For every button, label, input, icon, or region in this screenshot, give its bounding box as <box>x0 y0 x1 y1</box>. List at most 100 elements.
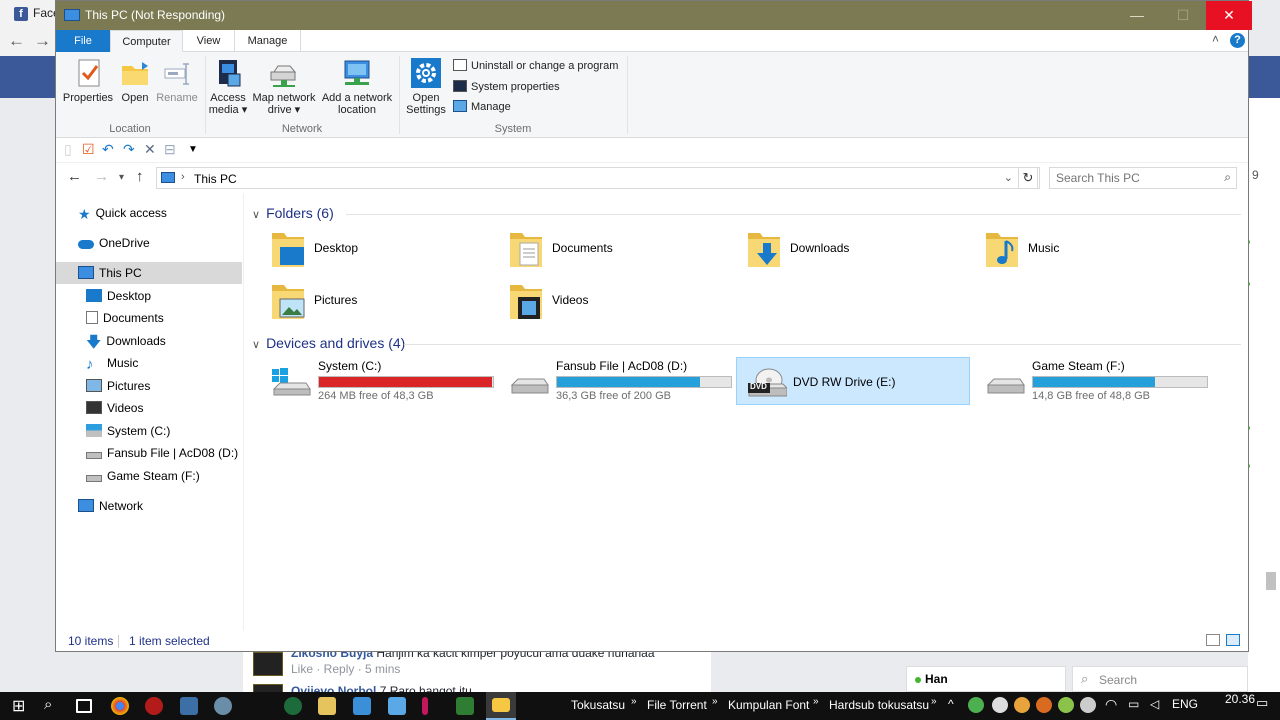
search-input[interactable] <box>1050 168 1210 188</box>
search-icon[interactable]: ⌕ <box>44 696 62 714</box>
properties-small-icon[interactable]: ☑ <box>82 141 95 158</box>
collapse-ribbon-icon[interactable]: ˄ <box>1212 32 1219 46</box>
recent-locations-icon[interactable]: ▾ <box>119 172 124 183</box>
rename-button[interactable]: Rename <box>154 58 200 104</box>
task-view-icon[interactable] <box>76 699 92 713</box>
nav-this-pc[interactable]: This PC <box>56 262 242 284</box>
app-icon[interactable] <box>318 697 336 715</box>
app-icon[interactable] <box>180 697 198 715</box>
rename-small-icon[interactable]: ⊟ <box>164 141 176 158</box>
redo-icon[interactable]: ↷ <box>123 141 135 158</box>
search-box[interactable]: ⌕ <box>1049 167 1237 189</box>
system-properties-button[interactable]: System properties <box>453 78 560 96</box>
manage-button[interactable]: Manage <box>453 98 511 116</box>
tray-icon[interactable] <box>1036 697 1052 713</box>
avatar[interactable] <box>253 652 283 676</box>
nav-music[interactable]: ♪ Music <box>86 352 138 374</box>
nav-quick-access[interactable]: ★ Quick access <box>78 202 167 224</box>
minimize-button[interactable]: — <box>1114 1 1160 30</box>
tab-view[interactable]: View <box>183 30 235 52</box>
nav-drive-d[interactable]: Fansub File | AcD08 (D:) <box>86 442 238 464</box>
open-settings-button[interactable]: Open Settings <box>404 58 448 116</box>
drive-e[interactable]: DVD DVD RW Drive (E:) <box>736 357 970 405</box>
tray-icon[interactable] <box>1080 697 1096 713</box>
breadcrumb-this-pc[interactable]: This PC <box>194 172 237 186</box>
customize-toolbar-icon[interactable]: ▼ <box>188 144 198 155</box>
folder-documents[interactable]: Documents <box>500 227 730 273</box>
language-indicator[interactable]: ENG <box>1172 697 1198 711</box>
toolbar-chevron[interactable]: » <box>712 696 718 707</box>
open-button[interactable]: Open <box>118 58 152 104</box>
utorrent-icon[interactable] <box>968 697 984 713</box>
browser-tab[interactable]: f Face <box>0 0 60 28</box>
nav-drive-f[interactable]: Game Steam (F:) <box>86 465 200 487</box>
up-arrow-icon[interactable]: ↑ <box>136 168 144 185</box>
chrome-icon[interactable] <box>111 697 129 715</box>
app-icon[interactable] <box>214 697 232 715</box>
toolbar-chevron[interactable]: » <box>813 696 819 707</box>
app-icon[interactable] <box>388 697 406 715</box>
back-arrow-icon[interactable]: ← <box>67 168 82 185</box>
notifications-icon[interactable]: ▭ <box>1256 695 1268 711</box>
breadcrumb-chevron-icon[interactable]: › <box>181 171 185 183</box>
windows-start-icon[interactable]: ⊞ <box>12 696 30 715</box>
nav-videos[interactable]: Videos <box>86 397 143 419</box>
wifi-icon[interactable]: ◠ <box>1105 696 1117 713</box>
nav-downloads[interactable]: 🡇 Downloads <box>86 330 166 352</box>
title-bar[interactable]: This PC (Not Responding) — ☐ ✕ <box>56 1 1252 30</box>
battery-icon[interactable]: ▭ <box>1128 697 1139 711</box>
toolbar-chevron[interactable]: » <box>631 696 637 707</box>
tab-file[interactable]: File <box>56 30 110 52</box>
folder-desktop[interactable]: Desktop <box>262 227 492 273</box>
browser-scrollbar-thumb[interactable] <box>1266 572 1276 590</box>
comment-actions[interactable]: Like · Reply · 5 mins <box>291 662 400 676</box>
chat-tab[interactable]: Han <box>906 666 1066 692</box>
maximize-button[interactable]: ☐ <box>1160 1 1206 30</box>
undo-icon[interactable]: ↶ <box>102 141 114 158</box>
drive-f[interactable]: Game Steam (F:) 14,8 GB free of 48,8 GB <box>976 357 1210 405</box>
tray-icon[interactable] <box>1014 697 1030 713</box>
drive-c[interactable]: System (C:) 264 MB free of 48,3 GB <box>262 357 496 405</box>
tray-icon[interactable] <box>1058 697 1074 713</box>
folder-videos[interactable]: Videos <box>500 279 730 325</box>
close-button[interactable]: ✕ <box>1206 1 1252 30</box>
folder-downloads[interactable]: Downloads <box>738 227 968 273</box>
nav-drive-c[interactable]: System (C:) <box>86 420 170 442</box>
map-network-drive-button[interactable]: Map network drive ▾ <box>250 58 318 116</box>
app-icon[interactable] <box>353 697 371 715</box>
chat-search[interactable]: ⌕ Search <box>1072 666 1248 692</box>
drives-section-header[interactable]: ∨ Devices and drives (4) <box>252 335 405 351</box>
app-icon[interactable] <box>456 697 474 715</box>
drive-d[interactable]: Fansub File | AcD08 (D:) 36,3 GB free of… <box>500 357 734 405</box>
folder-music[interactable]: Music <box>976 227 1206 273</box>
folder-pictures[interactable]: Pictures <box>262 279 492 325</box>
details-view-icon[interactable] <box>1206 634 1220 646</box>
tray-icon[interactable] <box>992 697 1008 713</box>
nav-documents[interactable]: Documents <box>86 307 164 329</box>
blank-document-icon[interactable]: ▯ <box>64 141 72 158</box>
tab-computer[interactable]: Computer <box>110 30 183 52</box>
nav-desktop[interactable]: Desktop <box>86 285 151 307</box>
nav-network[interactable]: Network <box>78 495 143 517</box>
toolbar-item[interactable]: Tokusatsu <box>571 698 625 712</box>
delete-icon[interactable]: ✕ <box>144 141 156 158</box>
browser-forward-icon[interactable]: → <box>34 31 51 51</box>
address-bar[interactable]: › This PC ⌄ <box>156 167 1040 189</box>
nav-pictures[interactable]: Pictures <box>86 375 150 397</box>
add-network-location-button[interactable]: Add a network location <box>320 58 394 116</box>
folders-section-header[interactable]: ∨ Folders (6) <box>252 205 334 221</box>
pane-divider[interactable] <box>243 193 244 631</box>
toolbar-chevron[interactable]: » <box>931 696 937 707</box>
refresh-button[interactable]: ↻ <box>1018 167 1038 189</box>
help-icon[interactable]: ? <box>1230 33 1245 48</box>
large-icons-view-icon[interactable] <box>1226 634 1240 646</box>
toolbar-item[interactable]: Kumpulan Font <box>728 698 809 712</box>
toolbar-item[interactable]: File Torrent <box>647 698 707 712</box>
app-icon[interactable] <box>284 697 302 715</box>
uninstall-program-button[interactable]: Uninstall or change a program <box>453 57 618 75</box>
show-hidden-icons-icon[interactable]: ^ <box>948 697 954 711</box>
clock[interactable]: 20.36 <box>1225 692 1255 706</box>
forward-arrow-icon[interactable]: → <box>94 168 109 185</box>
address-dropdown-icon[interactable]: ⌄ <box>1004 171 1013 184</box>
tab-manage[interactable]: Manage <box>235 30 301 52</box>
